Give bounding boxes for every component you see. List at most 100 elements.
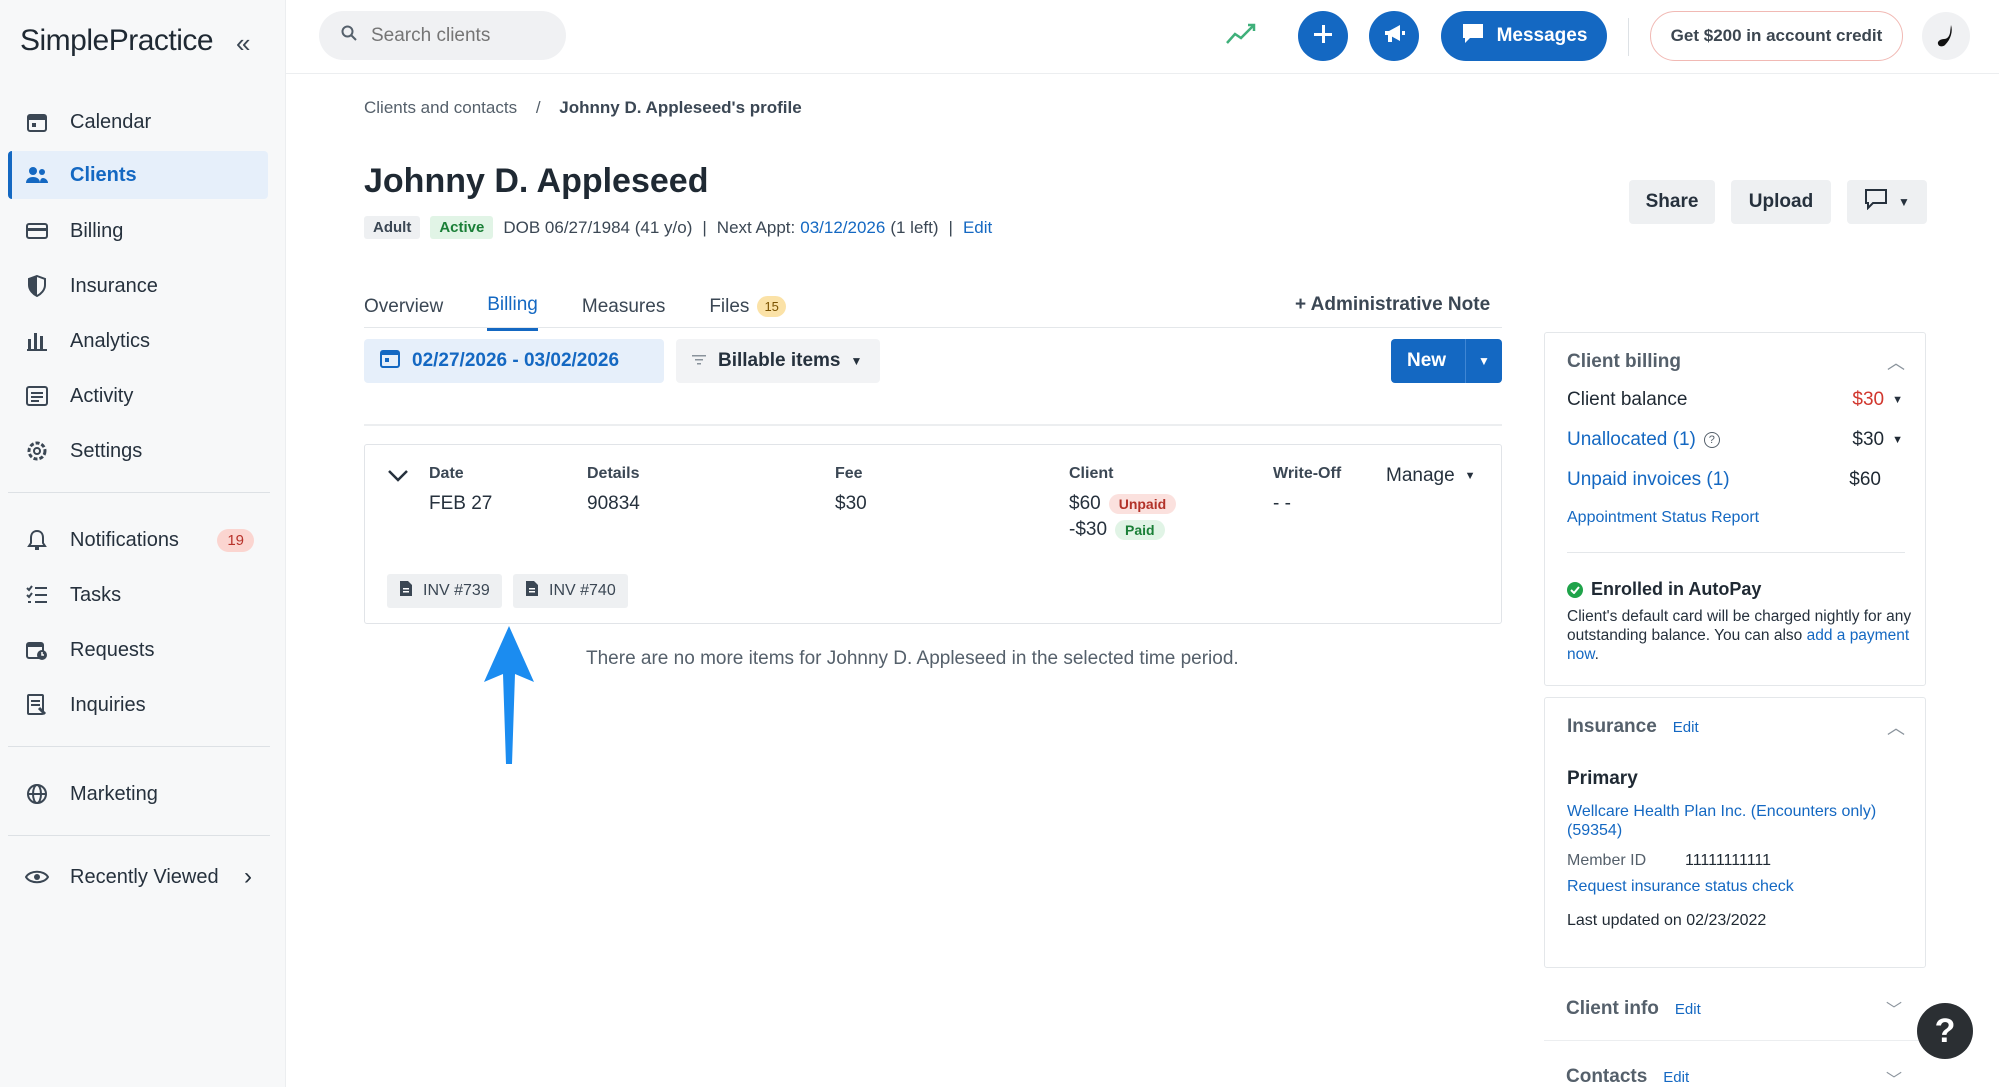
tab-files[interactable]: Files 15: [709, 294, 786, 331]
manage-label: Manage: [1386, 465, 1455, 486]
sidebar-item-insurance[interactable]: Insurance: [8, 262, 268, 310]
edit-client-link[interactable]: Edit: [963, 218, 992, 238]
sidebar-item-activity[interactable]: Activity: [8, 372, 268, 420]
caret-down-icon: ▼: [1464, 470, 1476, 482]
filter-icon: [692, 350, 706, 372]
sidebar-item-clients[interactable]: Clients: [8, 151, 268, 199]
sidebar-item-label: Billing: [70, 219, 124, 242]
share-button[interactable]: Share: [1629, 180, 1715, 224]
logo[interactable]: SimplePractice: [20, 24, 214, 58]
status-badge: Paid: [1115, 520, 1165, 540]
chevron-up-icon[interactable]: ︿: [1887, 714, 1905, 740]
tab-billing[interactable]: Billing: [487, 294, 538, 331]
edit-client-info-link[interactable]: Edit: [1675, 1001, 1701, 1018]
edit-contacts-link[interactable]: Edit: [1663, 1069, 1689, 1086]
client-info-title: Client info: [1566, 998, 1659, 1019]
chevron-down-icon[interactable]: ﹀: [1886, 1066, 1902, 1087]
sidebar-item-recently-viewed[interactable]: Recently Viewed ›: [8, 853, 268, 901]
chevron-down-icon[interactable]: ﹀: [1886, 996, 1902, 1020]
sidebar-item-label: Clients: [70, 163, 137, 186]
sidebar-item-settings[interactable]: Settings: [8, 427, 268, 475]
help-circle-icon[interactable]: ?: [1703, 432, 1720, 448]
edit-insurance-link[interactable]: Edit: [1673, 719, 1699, 736]
caret-down-icon[interactable]: ▼: [1478, 354, 1490, 368]
sidebar: SimplePractice « Calendar Clients Billin…: [0, 0, 286, 1087]
manage-dropdown[interactable]: Manage ▼: [1386, 465, 1476, 487]
files-count-badge: 15: [757, 296, 786, 317]
shield-icon: [24, 273, 50, 299]
chevron-up-icon[interactable]: ︿: [1887, 349, 1905, 375]
tab-measures[interactable]: Measures: [582, 294, 665, 331]
sidebar-item-label: Activity: [70, 384, 134, 407]
search-input[interactable]: [371, 24, 551, 47]
last-updated: Last updated on 02/23/2022: [1567, 912, 1767, 929]
next-appt-link[interactable]: 03/12/2026: [800, 218, 885, 238]
eye-icon: [24, 864, 50, 890]
date-range-button[interactable]: 02/27/2026 - 03/02/2026: [364, 339, 664, 383]
announcements-button[interactable]: [1369, 11, 1419, 61]
trend-icon[interactable]: [1226, 22, 1256, 51]
insurance-header: Insurance Edit: [1567, 716, 1699, 738]
sidebar-item-label: Insurance: [70, 274, 158, 297]
messages-button[interactable]: Messages: [1441, 11, 1607, 61]
avatar[interactable]: [1922, 12, 1970, 60]
client-info-header: Client info Edit: [1566, 998, 1701, 1020]
sidebar-item-inquiries[interactable]: Inquiries: [8, 681, 268, 729]
meta-separator: |: [948, 217, 953, 237]
breadcrumb: Clients and contacts / Johnny D. Applese…: [364, 98, 802, 118]
sidebar-item-calendar[interactable]: Calendar: [8, 98, 268, 146]
bar-chart-icon: [24, 328, 50, 354]
new-button[interactable]: New ▼: [1391, 339, 1502, 383]
writeoff-column: Write-Off - -: [1273, 465, 1341, 515]
sidebar-item-analytics[interactable]: Analytics: [8, 317, 268, 365]
client-payment: -$30: [1069, 519, 1108, 540]
tab-overview[interactable]: Overview: [364, 294, 443, 331]
breadcrumb-parent-link[interactable]: Clients and contacts: [364, 98, 517, 117]
add-administrative-note-button[interactable]: + Administrative Note: [1295, 294, 1490, 316]
search-bar[interactable]: [319, 11, 566, 60]
billable-items-filter[interactable]: Billable items ▼: [676, 339, 880, 383]
invoice-label: INV #740: [549, 582, 616, 599]
upload-button[interactable]: Upload: [1731, 180, 1831, 224]
comment-icon: [1864, 188, 1888, 216]
sidebar-item-requests[interactable]: Requests: [8, 626, 268, 674]
list-icon: [24, 383, 50, 409]
insurance-plan-link[interactable]: Wellcare Health Plan Inc. (Encounters on…: [1567, 802, 1913, 840]
client-balance-label: Client balance: [1567, 389, 1688, 410]
profile-tabs: Overview Billing Measures Files 15: [364, 294, 830, 331]
client-balance-dropdown[interactable]: $30 ▼: [1852, 389, 1903, 411]
appointment-status-report-link[interactable]: Appointment Status Report: [1567, 509, 1759, 527]
details-header: Details: [587, 465, 640, 482]
sidebar-item-billing[interactable]: Billing: [8, 207, 268, 255]
unallocated-dropdown[interactable]: $30 ▼: [1852, 429, 1903, 451]
request-status-check-link[interactable]: Request insurance status check: [1567, 878, 1794, 896]
search-icon: [341, 25, 357, 47]
invoice-chip[interactable]: INV #739: [387, 574, 502, 608]
notes-dropdown-button[interactable]: ▼: [1847, 180, 1927, 224]
create-button[interactable]: [1298, 11, 1348, 61]
chevron-down-icon[interactable]: [387, 469, 409, 488]
client-header: Client: [1069, 465, 1114, 482]
unallocated-link[interactable]: Unallocated (1) ?: [1567, 429, 1720, 451]
invoice-chip[interactable]: INV #740: [513, 574, 628, 608]
next-appt-left: (1 left): [890, 217, 939, 237]
unpaid-invoices-link[interactable]: Unpaid invoices (1): [1567, 469, 1730, 491]
sidebar-item-tasks[interactable]: Tasks: [8, 571, 268, 619]
calendar-icon: [24, 109, 50, 135]
item-fee: $30: [835, 493, 867, 514]
fee-header: Fee: [835, 465, 863, 482]
sidebar-item-marketing[interactable]: Marketing: [8, 770, 268, 818]
sidebar-item-notifications[interactable]: Notifications 19: [8, 516, 268, 564]
collapse-sidebar-icon[interactable]: «: [236, 28, 250, 59]
help-button[interactable]: ?: [1917, 1003, 1973, 1059]
date-column: Date FEB 27: [429, 465, 492, 515]
sidebar-item-label: Inquiries: [70, 693, 146, 716]
unpaid-invoices-value: $60: [1849, 469, 1881, 490]
calendar-icon: [380, 348, 400, 374]
sidebar-item-label: Tasks: [70, 583, 122, 606]
calendar-clock-icon: [24, 637, 50, 663]
account-credit-button[interactable]: Get $200 in account credit: [1650, 11, 1903, 61]
client-dob: DOB 06/27/1984 (41 y/o): [503, 217, 693, 237]
section-divider: [364, 424, 1502, 426]
primary-label: Primary: [1567, 768, 1638, 789]
